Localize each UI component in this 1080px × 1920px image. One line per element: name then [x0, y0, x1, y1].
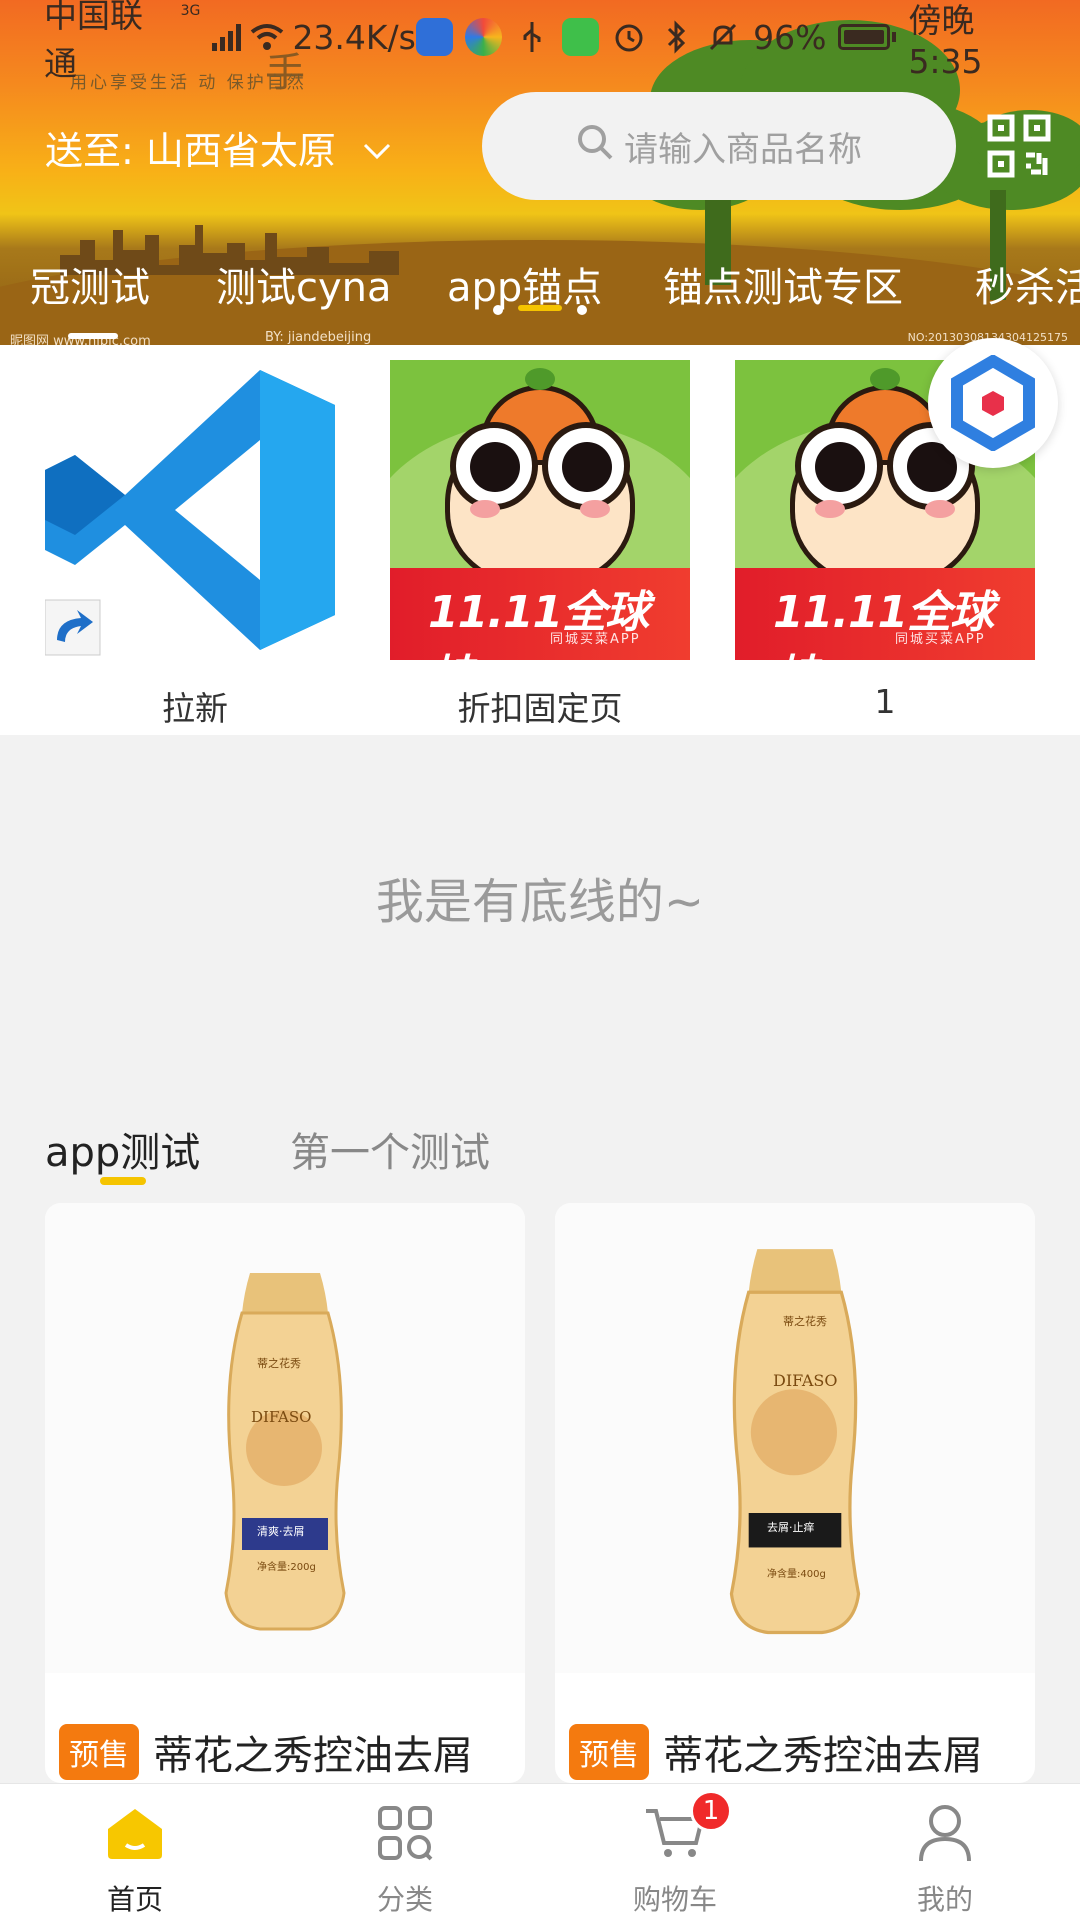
promo-banner-text: 11.11全球蛙	[773, 587, 994, 660]
icon-grid: 拉新 11.11全球蛙 同城买菜APP 折扣固定页	[0, 345, 1080, 735]
category-tab-4[interactable]: 秒杀活	[975, 255, 1080, 313]
tab-dot-right	[577, 305, 587, 315]
search-placeholder: 请输入商品名称	[624, 129, 862, 170]
product-weight: 净含量:400g	[767, 1569, 826, 1580]
bottom-nav: 首页 分类 1 购物车 我的	[0, 1783, 1080, 1920]
location-label: 送至: 山西省太原	[45, 129, 336, 173]
product-title: 蒂花之秀控油去屑	[153, 1733, 473, 1779]
category-tab-3[interactable]: 锚点测试专区	[663, 255, 903, 313]
home-icon	[100, 1798, 170, 1868]
product-tab-0[interactable]: app测试	[45, 1120, 200, 1178]
vscode-icon	[45, 360, 345, 660]
cart-icon: 1	[640, 1790, 732, 1868]
product-card-0[interactable]: 蒂之花秀 DIFASO 清爽·去屑 净含量:200g 预售 蒂花之秀控油去屑	[45, 1203, 525, 1783]
icon-item-0[interactable]: 拉新	[45, 360, 345, 730]
network-type: 3G	[180, 3, 201, 19]
promo-banner-sub: 同城买菜APP	[895, 632, 986, 647]
icon-label-0: 拉新	[162, 689, 228, 728]
nav-label: 分类	[376, 1883, 433, 1916]
product-image-1: 蒂之花秀 DIFASO 去屑·止痒 净含量:400g	[555, 1203, 1035, 1673]
tab-dot-left	[493, 305, 503, 315]
qr-scan-icon[interactable]	[987, 114, 1051, 178]
chevron-down-icon	[362, 126, 392, 170]
icon-label-1: 折扣固定页	[457, 689, 623, 728]
clock: 傍晚5:35	[908, 0, 983, 81]
alarm-icon	[611, 19, 646, 55]
shampoo-bottle-image	[224, 1273, 346, 1631]
bluetooth-icon	[658, 19, 693, 55]
carrier-label: 中国联通	[44, 0, 143, 83]
network-speed: 23.4K/s	[292, 17, 416, 57]
banner-watermark-author: BY: jiandebeijing	[265, 330, 372, 345]
product-brand: DIFASO	[773, 1371, 838, 1390]
battery-icon	[838, 24, 897, 50]
search-input[interactable]: 请输入商品名称	[482, 92, 956, 200]
product-tab-indicator	[100, 1177, 146, 1185]
mute-icon	[706, 19, 741, 55]
location-selector[interactable]: 送至: 山西省太原	[45, 120, 392, 175]
product-brand-cn: 蒂之花秀	[257, 1357, 301, 1370]
nav-item-cart[interactable]: 1 购物车	[540, 1784, 810, 1920]
usb-icon	[514, 19, 549, 55]
frog-promo-icon: 11.11全球蛙 同城买菜APP	[390, 360, 690, 660]
wifi-icon	[249, 19, 284, 55]
product-weight: 净含量:200g	[257, 1562, 316, 1573]
nav-item-profile[interactable]: 我的	[810, 1784, 1080, 1920]
product-brand-cn: 蒂之花秀	[783, 1315, 827, 1328]
nav-label: 首页	[106, 1883, 163, 1916]
nav-label: 我的	[916, 1883, 973, 1916]
icon-label-2: 1	[874, 682, 896, 721]
category-tab-0[interactable]: 冠测试	[30, 255, 150, 313]
video-app-icon	[561, 18, 600, 56]
battery-percent: 96%	[753, 17, 827, 57]
product-tab-1[interactable]: 第一个测试	[290, 1120, 490, 1178]
product-title-row-0: 预售 蒂花之秀控油去屑	[59, 1723, 473, 1781]
floating-service-button[interactable]	[928, 338, 1058, 468]
product-title-row-1: 预售 蒂花之秀控油去屑	[569, 1723, 983, 1781]
hexagon-service-icon	[951, 355, 1035, 451]
promo-banner-sub: 同城买菜APP	[550, 632, 641, 647]
cart-count-badge: 1	[690, 1790, 732, 1832]
signal-icon	[212, 23, 242, 51]
promo-banner-text: 11.11全球蛙	[428, 587, 649, 660]
product-badge-text: 清爽·去屑	[257, 1525, 305, 1538]
nav-item-home[interactable]: 首页	[0, 1784, 270, 1920]
product-badge-text: 去屑·止痒	[767, 1521, 815, 1534]
category-tab-indicator	[518, 305, 562, 311]
product-brand: DIFASO	[251, 1408, 312, 1426]
search-icon	[576, 123, 614, 170]
icon-item-1[interactable]: 11.11全球蛙 同城买菜APP 折扣固定页	[390, 360, 690, 730]
browser-icon	[465, 18, 503, 56]
app-icon	[415, 18, 454, 56]
nav-label: 购物车	[632, 1883, 717, 1916]
nav-item-category[interactable]: 分类	[270, 1784, 540, 1920]
category-icon	[370, 1798, 440, 1868]
presale-tag: 预售	[59, 1724, 139, 1780]
end-of-list-text: 我是有底线的~	[375, 874, 705, 930]
category-tab-1[interactable]: 测试cyna	[216, 255, 392, 313]
product-card-1[interactable]: 蒂之花秀 DIFASO 去屑·止痒 净含量:400g 预售 蒂花之秀控油去屑	[555, 1203, 1035, 1783]
header-banner: 手 用心享受生活 动 保护自然 昵图网 www.nipic.com BY: ji…	[0, 0, 1080, 345]
product-title: 蒂花之秀控油去屑	[663, 1733, 983, 1779]
status-bar: 中国联通 3G 23.4K/s 96% 傍晚5:35	[0, 0, 1080, 83]
product-image-0: 蒂之花秀 DIFASO 清爽·去屑 净含量:200g	[45, 1203, 525, 1673]
presale-tag: 预售	[569, 1724, 649, 1780]
banner-pager	[68, 333, 118, 339]
profile-icon	[910, 1798, 980, 1868]
